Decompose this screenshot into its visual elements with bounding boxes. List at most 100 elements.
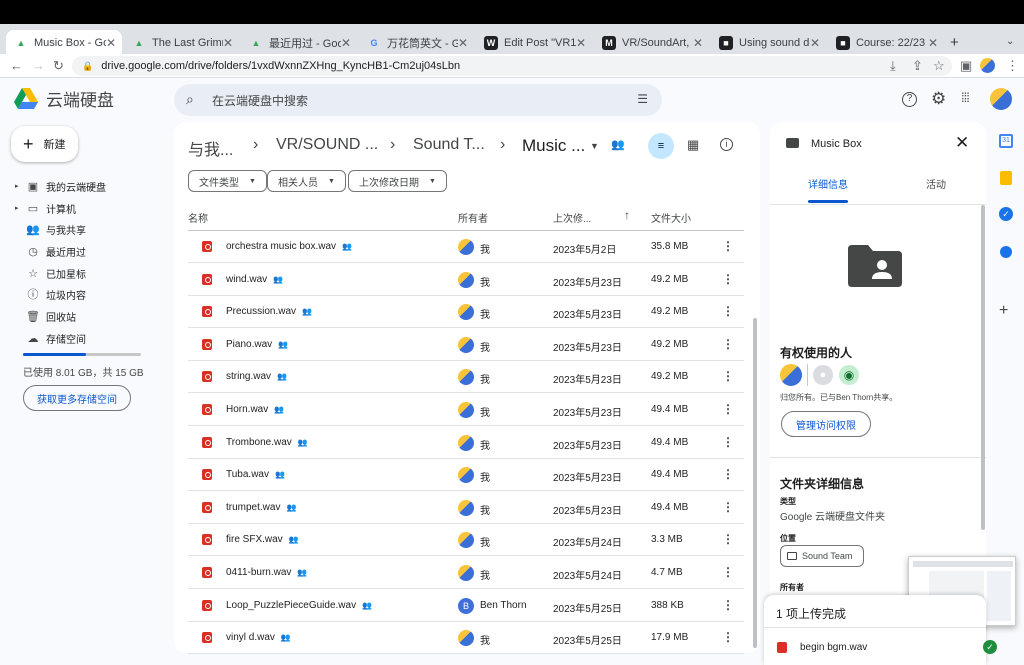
- column-header-name[interactable]: 名称: [188, 210, 208, 225]
- contacts-icon[interactable]: [1000, 246, 1012, 258]
- details-scrollbar[interactable]: [981, 205, 985, 530]
- breadcrumb-item[interactable]: Sound T...: [413, 136, 485, 154]
- sidebar-item-drive[interactable]: ▸ ▣ 我的云端硬盘: [15, 176, 106, 196]
- tasks-icon[interactable]: ✓: [999, 207, 1013, 221]
- tab-close-icon[interactable]: ✕: [106, 36, 116, 50]
- link-sharing-globe-icon[interactable]: ◉: [839, 365, 859, 385]
- grid-view-icon[interactable]: ▦: [687, 137, 699, 153]
- apps-grid-icon[interactable]: ⁞⁞⁞: [961, 90, 970, 105]
- download-icon[interactable]: ⤓: [890, 58, 896, 74]
- more-actions-icon[interactable]: ⋮: [722, 565, 734, 579]
- shared-user-avatar[interactable]: ●: [813, 365, 833, 385]
- file-list-scrollbar[interactable]: [753, 318, 757, 648]
- expand-arrow-icon[interactable]: ▸: [15, 182, 19, 190]
- more-actions-icon[interactable]: ⋮: [722, 598, 734, 612]
- uploaded-file-name[interactable]: begin bgm.wav: [800, 642, 867, 653]
- close-icon[interactable]: ✕: [955, 133, 969, 153]
- file-row[interactable]: Piano.wav 👥 我 2023年5月23日 49.2 MB ⋮: [188, 329, 744, 361]
- filter-list-button[interactable]: ≡: [648, 133, 674, 159]
- column-header-size[interactable]: 文件大小: [651, 210, 691, 225]
- file-row[interactable]: Loop_PuzzlePieceGuide.wav 👥 B Ben Thorn 2023…: [188, 590, 744, 622]
- filter-file-type[interactable]: 文件类型 ▼: [188, 170, 267, 192]
- settings-gear-icon[interactable]: ⚙: [931, 89, 946, 109]
- more-actions-icon[interactable]: ⋮: [722, 304, 734, 318]
- file-row[interactable]: fire SFX.wav 👥 我 2023年5月24日 3.3 MB ⋮: [188, 524, 744, 557]
- filter-people[interactable]: 相关人员 ▼: [267, 170, 346, 192]
- manage-access-button[interactable]: 管理访问权限: [781, 411, 871, 437]
- tab-close-icon[interactable]: ✕: [693, 36, 703, 50]
- breadcrumb-dropdown-icon[interactable]: ▼: [590, 141, 599, 151]
- breadcrumb-item[interactable]: 与我...: [188, 136, 233, 160]
- file-row[interactable]: trumpet.wav 👥 我 2023年5月23日 49.4 MB ⋮: [188, 492, 744, 524]
- search-icon[interactable]: ⌕: [186, 91, 194, 108]
- sidebar-item-clock[interactable]: ◷ 最近用过: [18, 241, 86, 261]
- breadcrumb-current[interactable]: Music ...: [522, 136, 585, 156]
- more-actions-icon[interactable]: ⋮: [722, 500, 734, 514]
- tab-activity[interactable]: 活动: [895, 176, 977, 191]
- tab-close-icon[interactable]: ✕: [576, 36, 586, 50]
- calendar-icon[interactable]: 31: [999, 134, 1013, 148]
- file-row[interactable]: Trombone.wav 👥 我 2023年5月23日 49.4 MB ⋮: [188, 427, 744, 459]
- more-actions-icon[interactable]: ⋮: [722, 467, 734, 481]
- sidebar-item-star[interactable]: ☆ 已加星标: [18, 263, 86, 283]
- forward-icon[interactable]: →: [32, 58, 45, 73]
- column-header-owner[interactable]: 所有者: [458, 210, 488, 225]
- file-row[interactable]: Horn.wav 👥 我 2023年5月23日 49.4 MB ⋮: [188, 394, 744, 426]
- more-actions-icon[interactable]: ⋮: [722, 239, 734, 253]
- more-actions-icon[interactable]: ⋮: [722, 337, 734, 351]
- owner-avatar[interactable]: [780, 364, 802, 386]
- file-row[interactable]: 0411-burn.wav 👥 我 2023年5月24日 4.7 MB ⋮: [188, 557, 744, 589]
- tab-close-icon[interactable]: ✕: [341, 36, 351, 50]
- sidebar-item-people[interactable]: 👥 与我共享: [18, 219, 86, 239]
- more-actions-icon[interactable]: ⋮: [722, 369, 734, 383]
- drive-logo[interactable]: 云端硬盘: [14, 86, 114, 111]
- keep-icon[interactable]: [1000, 171, 1012, 185]
- file-row[interactable]: string.wav 👥 我 2023年5月23日 49.2 MB ⋮: [188, 361, 744, 394]
- url-field[interactable]: 🔒 drive.google.com/drive/folders/1vxdWxn…: [72, 56, 952, 76]
- back-icon[interactable]: ←: [10, 58, 23, 73]
- search-options-icon[interactable]: ☰: [637, 92, 648, 106]
- tab-music-box[interactable]: ▲ Music Box - Google Drive✕: [6, 30, 122, 56]
- get-storage-button[interactable]: 获取更多存储空间: [23, 385, 131, 411]
- more-actions-icon[interactable]: ⋮: [722, 272, 734, 286]
- sidepanel-icon[interactable]: ▣: [960, 58, 972, 74]
- more-actions-icon[interactable]: ⋮: [722, 630, 734, 644]
- more-actions-icon[interactable]: ⋮: [722, 435, 734, 449]
- sidebar-item-trash[interactable]: 🗑 回收站: [18, 306, 76, 326]
- location-chip[interactable]: Sound Team: [780, 545, 864, 567]
- tab-details[interactable]: 详细信息: [787, 176, 869, 204]
- tab-close-icon[interactable]: ✕: [928, 36, 938, 50]
- tab-course[interactable]: ■ Course: 22/23 Coll✕: [828, 30, 944, 56]
- more-actions-icon[interactable]: ⋮: [722, 402, 734, 416]
- expand-arrow-icon[interactable]: ▸: [15, 204, 19, 212]
- more-actions-icon[interactable]: ⋮: [722, 532, 734, 546]
- tab-close-icon[interactable]: ✕: [223, 36, 233, 50]
- file-row[interactable]: Precussion.wav 👥 我 2023年5月23日 49.2 MB ⋮: [188, 296, 744, 329]
- column-header-modified[interactable]: 上次修...: [553, 210, 591, 225]
- account-avatar[interactable]: [990, 88, 1012, 110]
- file-row[interactable]: vinyl d.wav 👥 我 2023年5月25日 17.9 MB ⋮: [188, 622, 744, 655]
- info-icon[interactable]: i: [720, 138, 733, 151]
- profile-avatar[interactable]: [980, 58, 995, 73]
- tab-recent[interactable]: ▲ 最近用过 - Google Drive✕: [241, 30, 357, 56]
- help-icon[interactable]: ?: [902, 92, 917, 107]
- new-button[interactable]: + 新建: [11, 126, 78, 162]
- file-row[interactable]: Tuba.wav 👥 我 2023年5月23日 49.4 MB ⋮: [188, 459, 744, 492]
- sidebar-item-computer[interactable]: ▸ ▭ 计算机: [15, 198, 76, 218]
- tab-edit-post[interactable]: W Edit Post "VR12-W✕: [476, 30, 592, 56]
- tab-sound-design[interactable]: ■ Using sound design✕: [711, 30, 826, 56]
- sort-arrow-icon[interactable]: ↑: [624, 208, 630, 222]
- browser-menu-icon[interactable]: ⋮: [1006, 58, 1019, 74]
- new-tab-button[interactable]: +: [950, 34, 959, 51]
- file-row[interactable]: wind.wav 👥 我 2023年5月23日 49.2 MB ⋮: [188, 264, 744, 296]
- sidebar-item-spam[interactable]: ⓘ 垃圾内容: [18, 284, 87, 304]
- tab-close-icon[interactable]: ✕: [810, 36, 820, 50]
- search-bar[interactable]: ⌕ 在云端硬盘中搜索 ☰: [174, 84, 662, 116]
- add-addon-icon[interactable]: +: [999, 302, 1008, 320]
- share-icon[interactable]: ⇪: [912, 58, 923, 74]
- file-row[interactable]: orchestra music box.wav 👥 我 2023年5月2日 35.8 M…: [188, 231, 744, 263]
- tab-menu-chevron-icon[interactable]: ⌄: [1006, 36, 1014, 47]
- reload-icon[interactable]: ↻: [53, 58, 64, 74]
- bookmark-star-icon[interactable]: ☆: [933, 58, 945, 74]
- tab-search[interactable]: G 万花筒英文 - Google Search✕: [359, 30, 474, 56]
